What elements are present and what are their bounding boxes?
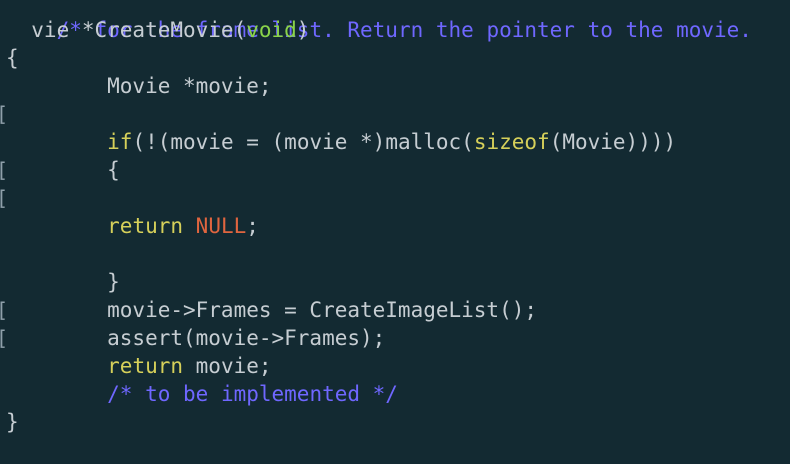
todo-comment: /* to be implemented */ bbox=[107, 382, 398, 406]
inner-open-brace: { bbox=[6, 158, 120, 182]
null-constant: NULL bbox=[195, 214, 247, 238]
return-keyword: return bbox=[107, 354, 184, 378]
close-paren: ) bbox=[296, 18, 310, 42]
gutter-bracket-marker: [ bbox=[0, 100, 8, 128]
code-line-if-malloc: if(!(movie = (movie *)malloc(sizeof(Movi… bbox=[6, 128, 676, 156]
code-line-todo-comment: /* to be implemented */ bbox=[6, 380, 398, 408]
open-brace: { bbox=[6, 46, 19, 70]
code-editor[interactable]: /* for the frame list. Return the pointe… bbox=[0, 0, 790, 464]
code-line-return-movie: return movie; bbox=[6, 352, 272, 380]
code-line-function-signature: vie *CreateMovie(void) bbox=[6, 16, 309, 44]
code-line-declaration: Movie *movie; bbox=[6, 72, 272, 100]
code-line-inner-close-brace: } bbox=[6, 268, 120, 296]
semicolon: ; bbox=[246, 214, 259, 238]
code-line-close-brace: } bbox=[6, 408, 19, 436]
code-line-create-image-list: movie->Frames = CreateImageList(); bbox=[6, 296, 537, 324]
function-signature-text: vie *CreateMovie( bbox=[6, 18, 247, 42]
void-keyword: void bbox=[246, 18, 297, 42]
return-value: movie; bbox=[183, 354, 272, 378]
code-line-comment-header: /* for the frame list. Return the pointe… bbox=[6, 0, 752, 42]
close-brace: } bbox=[6, 410, 19, 434]
gutter-bracket-marker: [ bbox=[0, 184, 8, 212]
sizeof-argument: (Movie)))) bbox=[549, 130, 677, 154]
code-line-assert: assert(movie->Frames); bbox=[6, 324, 385, 352]
code-line-open-brace: { bbox=[6, 44, 19, 72]
sizeof-keyword: sizeof bbox=[473, 130, 550, 154]
declaration-text: Movie *movie; bbox=[6, 74, 272, 98]
return-keyword: return bbox=[107, 214, 184, 238]
malloc-expression: (!(movie = (movie *)malloc( bbox=[132, 130, 474, 154]
assignment-text: movie->Frames = CreateImageList(); bbox=[6, 298, 538, 322]
assert-text: assert(movie->Frames); bbox=[6, 326, 386, 350]
code-line-return-null: return NULL; bbox=[6, 212, 259, 240]
if-keyword: if bbox=[107, 130, 133, 154]
inner-close-brace: } bbox=[6, 270, 120, 294]
code-line-inner-open-brace: { bbox=[6, 156, 120, 184]
